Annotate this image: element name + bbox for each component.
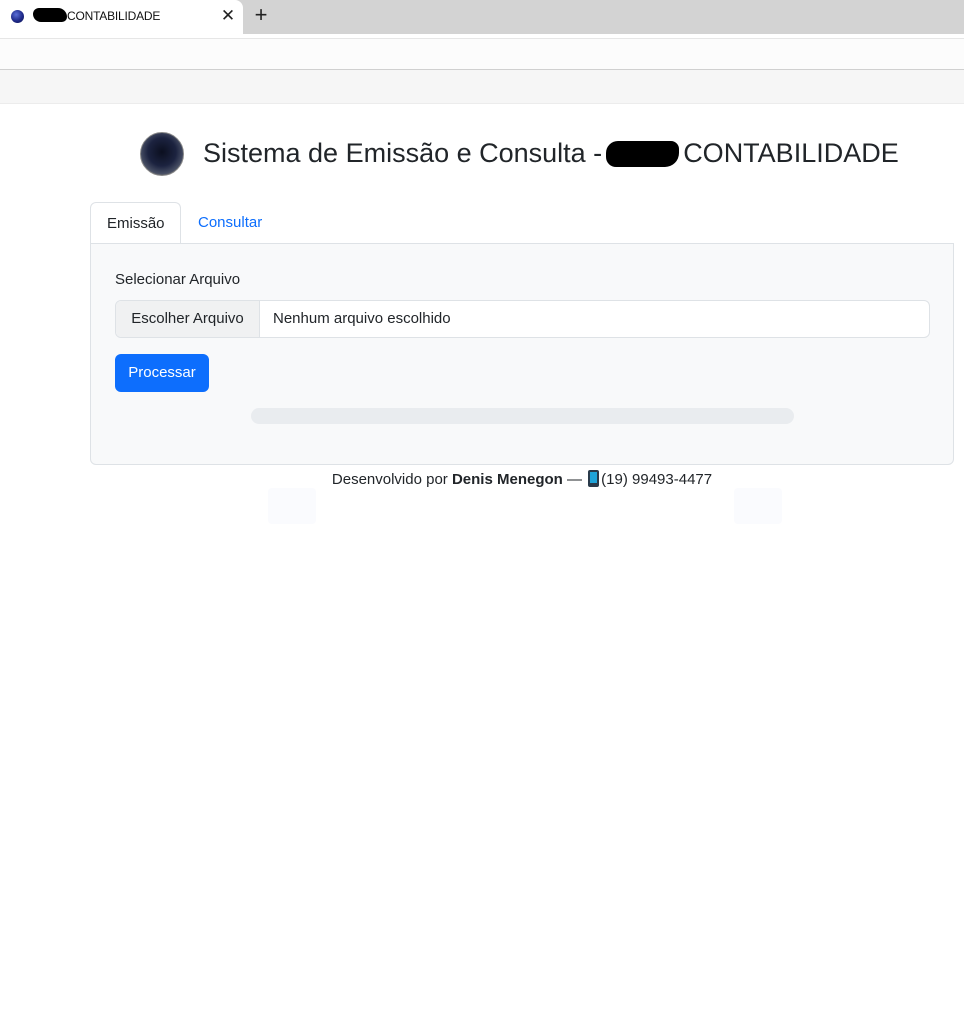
faint-decoration: [268, 488, 316, 524]
faint-decoration: [734, 488, 782, 524]
bookmarks-bar: [0, 70, 964, 104]
nav-tabs: Emissão Consultar: [90, 202, 954, 245]
footer-author: Denis Menegon: [451, 471, 563, 488]
page-title-suffix: CONTABILIDADE: [683, 138, 899, 168]
new-tab-icon[interactable]: +: [251, 4, 271, 26]
file-input[interactable]: Escolher Arquivo Nenhum arquivo escolhid…: [115, 300, 930, 338]
address-bar[interactable]: [0, 38, 964, 70]
mobile-phone-icon: [588, 470, 600, 487]
tab-emissao[interactable]: Emissão: [90, 202, 181, 245]
file-field-label: Selecionar Arquivo: [115, 271, 241, 288]
redacted-text: [33, 8, 67, 22]
browser-tab-title: CONTABILIDADE: [67, 9, 161, 23]
emissao-panel: Selecionar Arquivo Escolher Arquivo Nenh…: [90, 243, 954, 465]
footer-phone: (19) 99493-4477: [601, 471, 713, 488]
redacted-company-name: [606, 141, 680, 167]
file-status-text: Nenhum arquivo escolhido: [273, 310, 451, 327]
tab-consultar[interactable]: Consultar: [182, 202, 278, 244]
choose-file-button[interactable]: Escolher Arquivo: [116, 301, 260, 337]
browser-tabstrip: CONTABILIDADE ✕ +: [0, 0, 964, 34]
company-logo: [140, 132, 184, 176]
browser-tab[interactable]: CONTABILIDADE ✕: [0, 0, 243, 34]
favicon-icon: [11, 10, 24, 23]
process-button[interactable]: Processar: [115, 354, 209, 392]
progress-bar: [251, 408, 794, 424]
footer-separator: —: [567, 471, 582, 488]
page-title: Sistema de Emissão e Consulta - CONTABILI…: [203, 138, 899, 169]
page-title-prefix: Sistema de Emissão e Consulta -: [203, 138, 603, 168]
footer-prefix: Desenvolvido por: [331, 471, 448, 488]
footer: Desenvolvido por Denis Menegon — (19) 99…: [0, 470, 964, 488]
close-tab-icon[interactable]: ✕: [219, 7, 237, 25]
